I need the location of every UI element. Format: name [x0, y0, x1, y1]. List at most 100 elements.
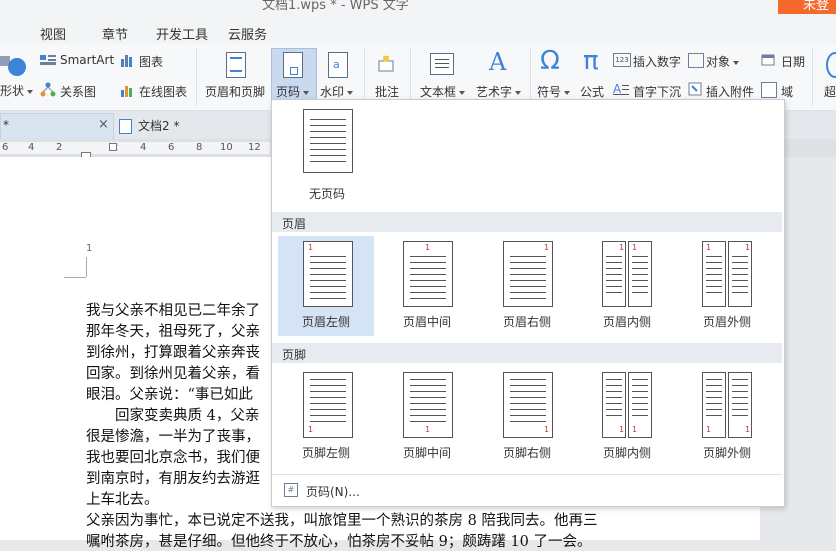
footer-outside-option[interactable]: 1 1 页脚外侧: [679, 367, 775, 467]
ruler-number: 4: [140, 142, 147, 153]
ruler-number: 6: [168, 142, 175, 153]
page-thumbnail: 1: [728, 372, 752, 438]
ruler-number: 6: [2, 142, 9, 153]
menu-cloud[interactable]: 云服务: [228, 24, 267, 43]
paragraph-line: 上车北去。: [86, 492, 159, 508]
paragraph-line: 到徐州，打算跟着父亲奔丧: [86, 345, 260, 361]
ribbon-divider: [196, 48, 197, 106]
ruler-number: 2: [56, 142, 63, 153]
document-icon: [119, 119, 132, 134]
insert-number-button[interactable]: 插入数字: [633, 53, 681, 70]
overflow-label[interactable]: 超: [824, 83, 836, 100]
header-center-option[interactable]: 1 页眉中间: [379, 236, 475, 336]
window-title: 文档1.wps * - WPS 文字: [262, 0, 409, 13]
paragraph-line: 回家。到徐州见着父亲，看: [86, 366, 260, 382]
paragraph-line: 那年冬天，祖母死了，父亲: [86, 324, 260, 340]
indent-marker[interactable]: [109, 143, 117, 151]
symbol-button[interactable]: 符号: [537, 83, 571, 100]
header-footer-button[interactable]: 页眉和页脚: [205, 83, 265, 100]
footer-section-title: 页脚: [272, 343, 782, 363]
page-thumbnail: 1: [503, 241, 553, 307]
page-thumbnail: 1: [602, 372, 626, 438]
tab-doc1[interactable]: * ×: [0, 113, 114, 139]
footer-inside-option[interactable]: 1 1 页脚内侧: [579, 367, 675, 467]
close-icon[interactable]: ×: [98, 117, 109, 132]
footer-center-option[interactable]: 1 页脚中间: [379, 367, 475, 467]
field-button[interactable]: 域: [781, 83, 793, 100]
smartart-button[interactable]: SmartArt: [60, 53, 114, 67]
footer-left-option[interactable]: 1 页脚左侧: [278, 367, 374, 467]
online-chart-icon: [120, 82, 136, 98]
header-section-title: 页眉: [272, 212, 782, 232]
header-left-option[interactable]: 1 页眉左侧: [278, 236, 374, 336]
ruler-number: 4: [28, 142, 35, 153]
page-number-icon: [283, 52, 303, 78]
header-right-option[interactable]: 1 页眉右侧: [479, 236, 575, 336]
formula-button[interactable]: 公式: [580, 83, 604, 100]
chart-icon: [120, 53, 134, 67]
relation-button[interactable]: 关系图: [60, 83, 96, 100]
header-outside-option[interactable]: 1 1 页眉外侧: [679, 236, 775, 336]
dropcap-button[interactable]: 首字下沉: [633, 83, 681, 100]
header-footer-icon: [226, 52, 246, 78]
ruler-number: 8: [196, 142, 203, 153]
ribbon-divider: [812, 48, 813, 106]
attachment-button[interactable]: 插入附件: [706, 83, 754, 100]
object-icon: [688, 53, 704, 68]
calendar-icon: [761, 53, 775, 66]
watermark-button[interactable]: 水印: [320, 83, 354, 100]
chevron-down-icon: [459, 90, 466, 95]
paragraph-line: 我与父亲不相见已二年余了: [86, 303, 260, 319]
menu-divider: [272, 474, 782, 475]
chevron-down-icon: [733, 60, 740, 65]
ribbon-divider: [364, 48, 365, 106]
no-page-number-option[interactable]: 无页码: [279, 103, 375, 206]
page-number-mark: 1: [86, 243, 93, 254]
object-button[interactable]: 对象: [706, 53, 740, 70]
footer-right-option[interactable]: 1 页脚右侧: [479, 367, 575, 467]
textbox-button[interactable]: 文本框: [420, 83, 466, 100]
page-thumbnail: 1: [403, 241, 453, 307]
menu-view[interactable]: 视图: [40, 24, 66, 43]
login-label: 未登: [803, 0, 830, 13]
chart-button[interactable]: 图表: [139, 53, 163, 70]
paragraph-line: 回家变卖典质 4，父亲: [86, 408, 260, 424]
wordart-button[interactable]: 艺术字: [476, 83, 522, 100]
page-number-label: 页码: [276, 83, 310, 100]
svg-text:A: A: [613, 82, 622, 96]
date-button[interactable]: 日期: [781, 53, 805, 70]
online-chart-button[interactable]: 在线图表: [139, 83, 187, 100]
smartart-icon: [40, 54, 56, 66]
watermark-icon: a: [328, 52, 348, 78]
margin-mark: [64, 277, 86, 278]
page-thumbnail: 1: [503, 372, 553, 438]
page-number-settings-item[interactable]: # 页码(N)...: [272, 476, 782, 504]
comment-icon: [376, 54, 396, 74]
omega-icon: Ω: [540, 46, 560, 76]
page-thumbnail: 1: [303, 241, 353, 307]
margin-mark: [86, 257, 87, 277]
option-label: 页眉外侧: [702, 315, 751, 329]
tab-doc2[interactable]: 文档2 *: [114, 113, 244, 138]
option-label: 无页码: [308, 187, 345, 201]
ruler-number: 10: [220, 142, 233, 153]
tab-doc1-label: *: [3, 118, 9, 132]
page-thumbnail: 1: [303, 372, 353, 438]
page-number-settings-icon: #: [284, 483, 298, 497]
shape-button[interactable]: [0, 50, 30, 76]
shape-label[interactable]: 形状: [0, 82, 34, 99]
menu-developer[interactable]: 开发工具: [156, 24, 208, 43]
header-inside-option[interactable]: 1 1 页眉内侧: [579, 236, 675, 336]
paragraph-line: 很是惨澹，一半为了丧事，: [86, 429, 260, 445]
login-button[interactable]: 未登: [778, 0, 836, 14]
comment-button[interactable]: 批注: [375, 83, 399, 100]
option-label: 页脚左侧: [301, 446, 350, 460]
relation-icon: [40, 82, 56, 98]
pi-icon: π: [583, 46, 599, 76]
page-thumbnail: 1: [702, 372, 726, 438]
attachment-icon: [688, 82, 702, 96]
menu-chapter[interactable]: 章节: [102, 24, 128, 43]
page-thumbnail: 1: [728, 241, 752, 307]
page-thumbnail: 1: [702, 241, 726, 307]
ribbon-divider: [410, 48, 411, 106]
